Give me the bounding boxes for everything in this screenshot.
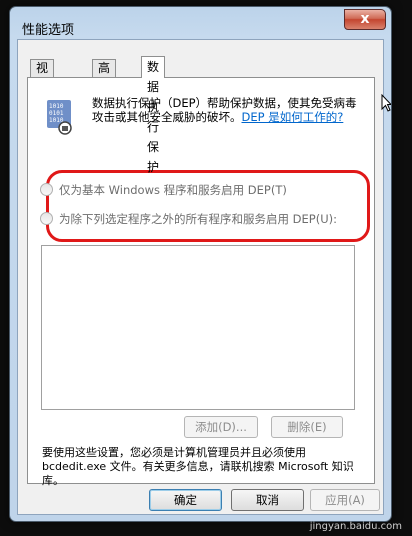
tab-visual-effects[interactable]: 视觉效果 bbox=[30, 59, 55, 126]
option-essential-only[interactable]: 仅为基本 Windows 程序和服务启用 DEP(T) bbox=[40, 182, 287, 198]
option-all-except[interactable]: 为除下列选定程序之外的所有程序和服务启用 DEP(U): bbox=[40, 211, 337, 227]
admin-note: 要使用这些设置，您必须是计算机管理员并且必须使用 bcdedit.exe 文件。… bbox=[42, 446, 354, 487]
window-title: 性能选项 bbox=[22, 23, 75, 38]
radio-essential-only[interactable] bbox=[40, 183, 53, 196]
close-icon: x bbox=[360, 11, 370, 27]
dep-description: 数据执行保护（DEP）帮助保护数据，使其免受病毒攻击或其他安全威胁的破坏。DEP… bbox=[92, 96, 362, 124]
dep-panel: 1010 0101 1010 数据执行保护（DEP）帮助保护数据，使其免受病毒攻… bbox=[27, 77, 375, 487]
tab-dep[interactable]: 数据执行保护 bbox=[141, 56, 166, 174]
performance-options-window: 性能选项 x 视觉效果 高级 数据执行保护 1010 0101 1010 数据执… bbox=[9, 6, 392, 522]
option-essential-label: 仅为基本 Windows 程序和服务启用 DEP(T) bbox=[59, 183, 287, 197]
svg-text:1010: 1010 bbox=[49, 103, 64, 110]
add-button[interactable]: 添加(D)... bbox=[184, 416, 258, 438]
remove-button[interactable]: 删除(E) bbox=[271, 416, 343, 438]
radio-all-except[interactable] bbox=[40, 212, 53, 225]
apply-button[interactable]: 应用(A) bbox=[310, 489, 380, 511]
mouse-cursor-icon bbox=[381, 94, 391, 112]
ok-button[interactable]: 确定 bbox=[149, 489, 222, 511]
dep-shield-icon: 1010 0101 1010 bbox=[47, 100, 72, 135]
dep-help-link[interactable]: DEP 是如何工作的? bbox=[242, 110, 344, 124]
close-button[interactable]: x bbox=[344, 9, 386, 30]
cancel-button[interactable]: 取消 bbox=[231, 489, 304, 511]
option-all-except-label: 为除下列选定程序之外的所有程序和服务启用 DEP(U): bbox=[59, 212, 337, 226]
watermark: jingyan.baidu.com bbox=[309, 521, 402, 532]
exception-program-list[interactable] bbox=[41, 245, 355, 410]
svg-text:0101: 0101 bbox=[49, 110, 64, 117]
tab-advanced[interactable]: 高级 bbox=[92, 59, 117, 92]
dialog-client: 视觉效果 高级 数据执行保护 1010 0101 1010 数据执行保护（DEP… bbox=[17, 39, 384, 515]
annotation-circle bbox=[46, 170, 370, 242]
